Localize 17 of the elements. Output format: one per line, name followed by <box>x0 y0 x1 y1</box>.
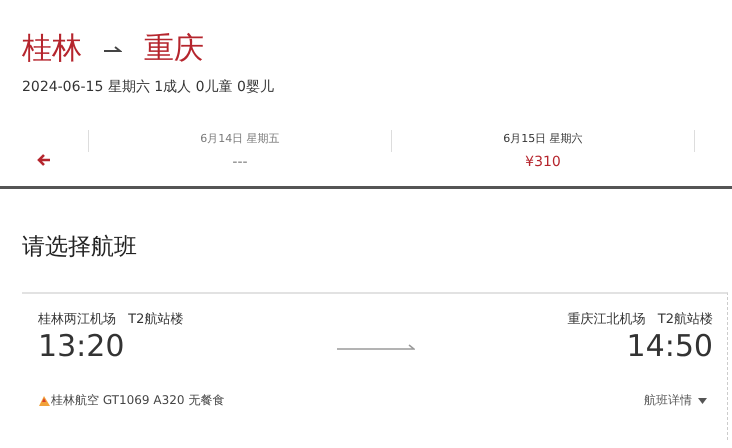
back-arrow-icon[interactable] <box>37 154 51 166</box>
date-price: --- <box>232 154 248 170</box>
section-title: 请选择航班 <box>21 233 138 262</box>
flight-info: 桂林航空 GT1069 A320 无餐食 <box>51 392 224 409</box>
trip-summary: 2024-06-15 星期六 1成人 0儿童 0婴儿 <box>22 78 275 96</box>
departure-airport: 桂林两江机场 T2航站楼 <box>38 311 184 328</box>
arrival-time: 14:50 <box>626 328 713 366</box>
caret-icon <box>698 398 707 404</box>
airline-logo-icon <box>38 394 51 406</box>
destination-city: 重庆 <box>144 30 204 68</box>
origin-city: 桂林 <box>22 30 82 68</box>
arrival-airport: 重庆江北机场 T2航站楼 <box>568 311 713 328</box>
date-price: ¥310 <box>525 154 561 170</box>
date-tab[interactable]: 6月15日 星期六 <box>503 131 583 146</box>
date-tab[interactable]: 6月14日 星期五 <box>200 131 280 146</box>
departure-time: 13:20 <box>38 328 124 366</box>
flight-details-link[interactable]: 航班详情 <box>644 392 707 409</box>
